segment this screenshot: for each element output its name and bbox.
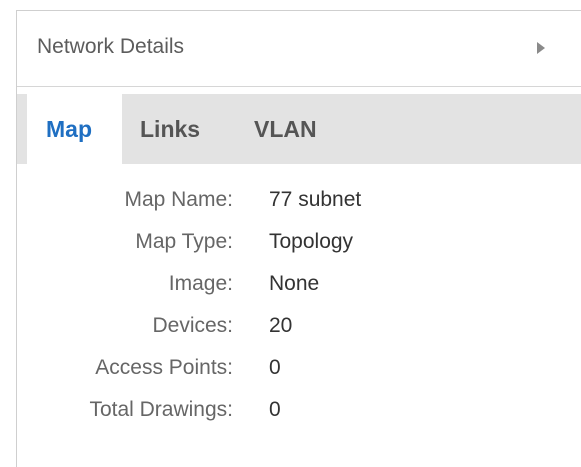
tab-bar: Map Links VLAN <box>17 94 581 164</box>
map-type-value: Topology <box>269 230 354 253</box>
detail-row-access-points: Access Points: 0 <box>17 356 581 398</box>
image-label: Image: <box>168 272 233 295</box>
tab-map-label: Map <box>46 115 92 142</box>
network-details-panel: Network Details Map Links VLAN Map Name:… <box>16 10 581 467</box>
access-points-value: 0 <box>269 356 281 379</box>
detail-row-map-name: Map Name: 77 subnet <box>17 188 581 230</box>
tab-vlan[interactable]: VLAN <box>254 94 317 164</box>
image-value: None <box>269 272 320 295</box>
detail-row-image: Image: None <box>17 272 581 314</box>
total-drawings-value: 0 <box>269 398 281 421</box>
detail-row-map-type: Map Type: Topology <box>17 230 581 272</box>
detail-row-devices: Devices: 20 <box>17 314 581 356</box>
tab-vlan-label: VLAN <box>254 115 317 142</box>
map-type-label: Map Type: <box>135 230 233 253</box>
detail-row-total-drawings: Total Drawings: 0 <box>17 398 581 440</box>
devices-label: Devices: <box>152 314 233 337</box>
tab-links[interactable]: Links <box>140 94 200 164</box>
panel-title: Network Details <box>37 35 185 58</box>
panel-header[interactable]: Network Details <box>17 11 581 87</box>
tab-map[interactable]: Map <box>27 94 122 164</box>
devices-value: 20 <box>269 314 293 337</box>
map-name-label: Map Name: <box>124 188 233 211</box>
total-drawings-label: Total Drawings: <box>89 398 233 421</box>
access-points-label: Access Points: <box>95 356 233 379</box>
caret-right-icon[interactable] <box>529 35 553 61</box>
map-name-value: 77 subnet <box>269 188 362 211</box>
tab-links-label: Links <box>140 115 201 142</box>
